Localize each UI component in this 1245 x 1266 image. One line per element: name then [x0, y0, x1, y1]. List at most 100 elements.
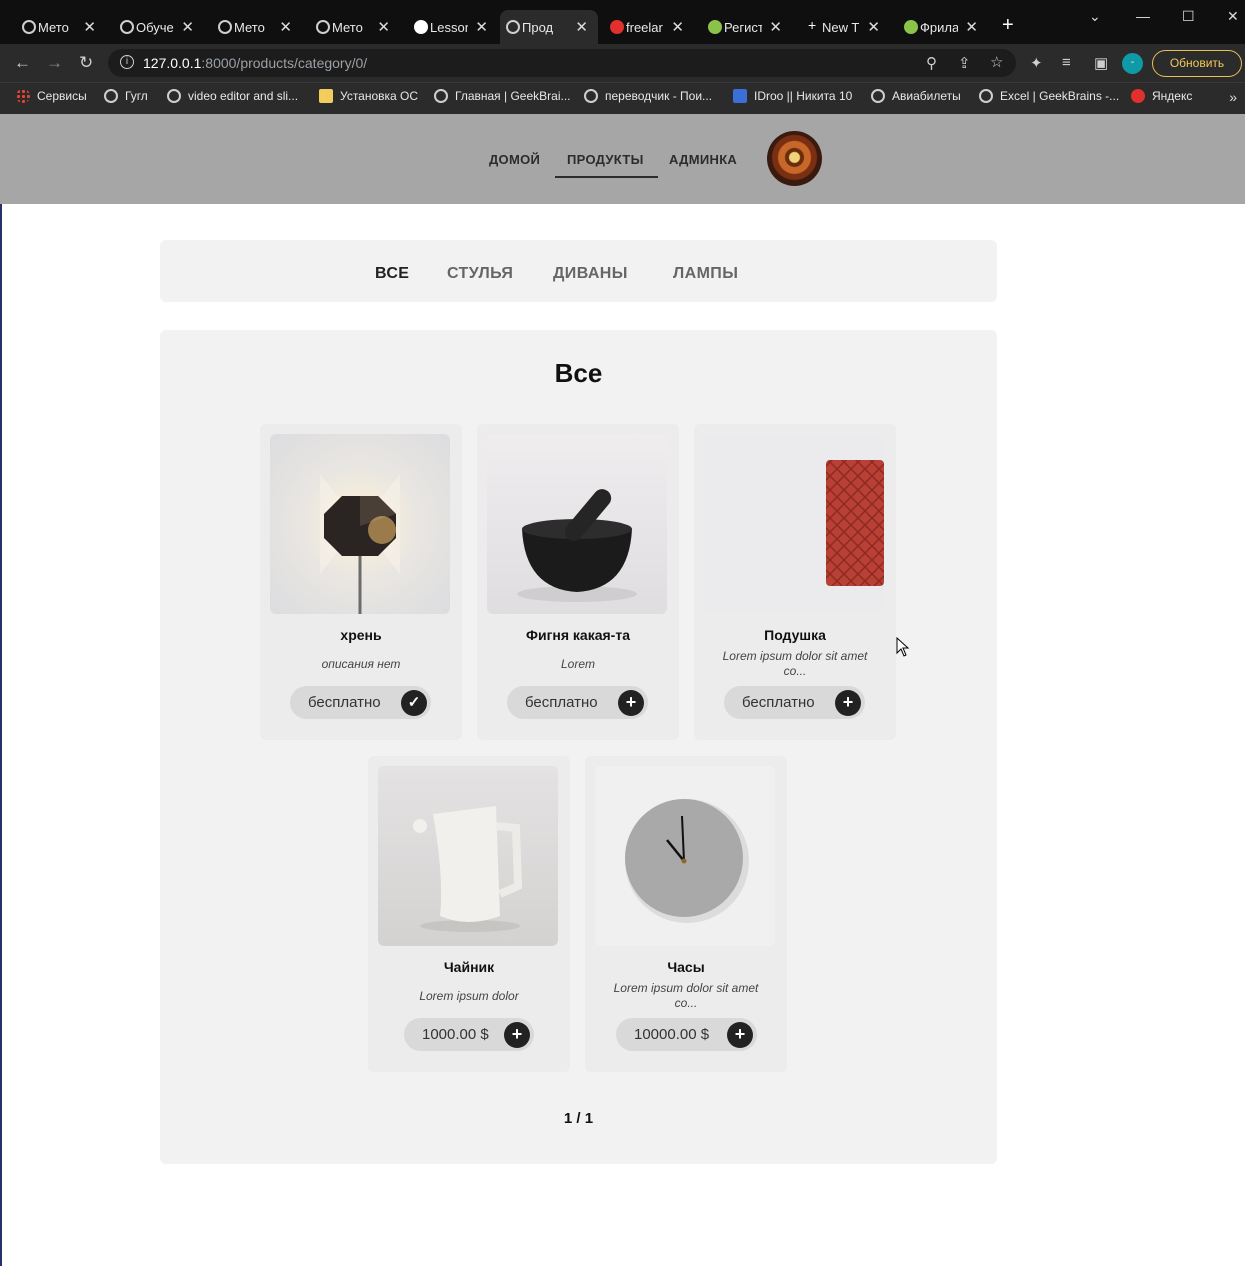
sidepanel-icon[interactable]: ▣ [1094, 54, 1108, 72]
product-description: Lorem ipsum dolor [419, 988, 519, 1003]
category-sofas-link[interactable]: ДИВАНЫ [553, 265, 628, 283]
folder-icon [319, 89, 333, 103]
url-path: :8000/products/category/0/ [201, 55, 368, 71]
bookmark-item[interactable]: video editor and sli... [167, 89, 298, 103]
globe-icon [506, 20, 520, 34]
product-image[interactable] [595, 766, 775, 946]
browser-tab[interactable]: Фрила ✕ [898, 10, 988, 44]
globe-icon [316, 20, 330, 34]
close-icon[interactable]: ✕ [965, 18, 978, 36]
browser-tab[interactable]: Обуче ✕ [114, 10, 204, 44]
browser-tab[interactable]: + New T ✕ [800, 10, 890, 44]
browser-tab[interactable]: Мето ✕ [310, 10, 400, 44]
bookmark-label: video editor and sli... [188, 89, 299, 103]
info-icon[interactable]: i [120, 55, 134, 69]
back-icon[interactable]: ← [14, 53, 31, 73]
close-icon[interactable]: ✕ [867, 18, 880, 36]
browser-tab[interactable]: Мето ✕ [212, 10, 302, 44]
browser-tab[interactable]: freelar ✕ [604, 10, 694, 44]
browser-tab[interactable]: Регист ✕ [702, 10, 792, 44]
extensions-icon[interactable]: ✦ [1030, 54, 1043, 72]
close-icon[interactable]: ✕ [475, 18, 488, 36]
category-lamps-link[interactable]: ЛАМПЫ [673, 265, 738, 283]
product-card: Фигня какая-та Lorem бесплатно + [477, 424, 679, 740]
close-icon[interactable]: ✕ [671, 18, 684, 36]
category-all-link[interactable]: ВСЕ [375, 265, 409, 283]
price-label: 1000.00 $ [422, 1026, 489, 1043]
product-image[interactable] [378, 766, 558, 946]
nav-home-link[interactable]: ДОМОЙ [489, 152, 540, 167]
browser-tab[interactable]: Мето ✕ [16, 10, 106, 44]
product-description: Lorem ipsum dolor sit amet co... [613, 981, 759, 1010]
nav-active-underline [555, 176, 658, 178]
add-to-cart-icon[interactable]: + [618, 690, 644, 716]
close-window-icon[interactable]: ✕ [1227, 8, 1239, 25]
tab-label: Мето [234, 19, 265, 35]
bookmark-item[interactable]: Сервисы [16, 89, 87, 103]
bookmark-item[interactable]: Excel | GeekBrains -... [979, 89, 1119, 103]
user-avatar[interactable] [767, 131, 822, 186]
pagination[interactable]: 1 / 1 [160, 1110, 997, 1127]
new-tab-icon[interactable]: + [1002, 15, 1014, 35]
profile-avatar[interactable]: - [1122, 53, 1143, 74]
products-panel: Все хрень описания нет бесплатно ✓ Фигня… [160, 330, 997, 1164]
pillow-image [826, 460, 884, 586]
category-chairs-link[interactable]: СТУЛЬЯ [447, 265, 513, 283]
close-icon[interactable]: ✕ [769, 18, 782, 36]
bookmarks-bar: Сервисы Гугл video editor and sli... Уст… [0, 82, 1245, 114]
price-tag: 10000.00 $ + [616, 1018, 757, 1051]
close-icon[interactable]: ✕ [377, 18, 390, 36]
product-image[interactable] [704, 434, 884, 614]
bookmark-item[interactable]: Установка ОС [319, 89, 418, 103]
product-description: описания нет [321, 656, 401, 671]
browser-tab[interactable]: Lessor ✕ [408, 10, 498, 44]
github-icon [414, 20, 428, 34]
bookmark-item[interactable]: Авиабилеты [871, 89, 961, 103]
more-bookmarks-icon[interactable]: » [1229, 89, 1237, 105]
close-icon[interactable]: ✕ [83, 18, 96, 36]
yandex-icon [610, 20, 624, 34]
update-button[interactable]: Обновить [1152, 50, 1242, 77]
clock-image [625, 799, 749, 923]
close-icon[interactable]: ✕ [279, 18, 292, 36]
reload-icon[interactable]: ↻ [79, 53, 93, 73]
close-icon[interactable]: ✕ [181, 18, 194, 36]
openai-icon [434, 89, 448, 103]
product-description: Lorem ipsum dolor sit amet co... [722, 649, 868, 678]
bookmark-item[interactable]: Гугл [104, 89, 148, 103]
add-to-cart-icon[interactable]: + [504, 1022, 530, 1048]
add-to-cart-icon[interactable]: + [835, 690, 861, 716]
share-icon[interactable]: ⇪ [958, 54, 971, 72]
bookmark-item[interactable]: IDroo || Никита 10 [733, 89, 852, 103]
nav-products-link[interactable]: ПРОДУКТЫ [567, 152, 644, 167]
globe-icon [218, 20, 232, 34]
mouse-cursor-icon [896, 637, 910, 657]
add-to-cart-icon[interactable]: + [727, 1022, 753, 1048]
chevron-down-icon[interactable]: ⌄ [1089, 8, 1101, 25]
bookmark-label: переводчик - Пои... [605, 89, 713, 103]
idroo-icon [733, 89, 747, 103]
product-image[interactable] [270, 434, 450, 614]
maximize-icon[interactable]: ☐ [1182, 8, 1195, 25]
category-menu: ВСЕ СТУЛЬЯ ДИВАНЫ ЛАМПЫ [160, 240, 997, 302]
price-label: 10000.00 $ [634, 1026, 710, 1043]
page-edge [0, 204, 2, 1266]
minimize-icon[interactable]: — [1136, 8, 1150, 24]
wordpress-icon [167, 89, 181, 103]
price-tag: бесплатно ✓ [290, 686, 431, 719]
nav-admin-link[interactable]: АДМИНКА [669, 152, 737, 167]
bookmark-item[interactable]: переводчик - Пои... [584, 89, 712, 103]
zoom-icon[interactable]: ⚲ [926, 54, 937, 72]
address-bar[interactable]: i 127.0.0.1:8000/products/category/0/ ⚲ … [108, 49, 1016, 77]
bookmark-item[interactable]: Яндекс [1131, 89, 1192, 103]
tab-label: Мето [38, 19, 69, 35]
check-icon[interactable]: ✓ [401, 690, 427, 716]
browser-tab-active[interactable]: Прод ✕ [500, 10, 598, 44]
close-icon[interactable]: ✕ [575, 18, 588, 36]
bookmark-item[interactable]: Главная | GeekBrai... [434, 89, 570, 103]
star-icon[interactable]: ☆ [990, 53, 1003, 71]
media-icon[interactable]: ≡ [1062, 54, 1071, 71]
product-image[interactable] [487, 434, 667, 614]
product-name: хрень [340, 627, 382, 643]
forward-icon[interactable]: → [46, 53, 63, 73]
